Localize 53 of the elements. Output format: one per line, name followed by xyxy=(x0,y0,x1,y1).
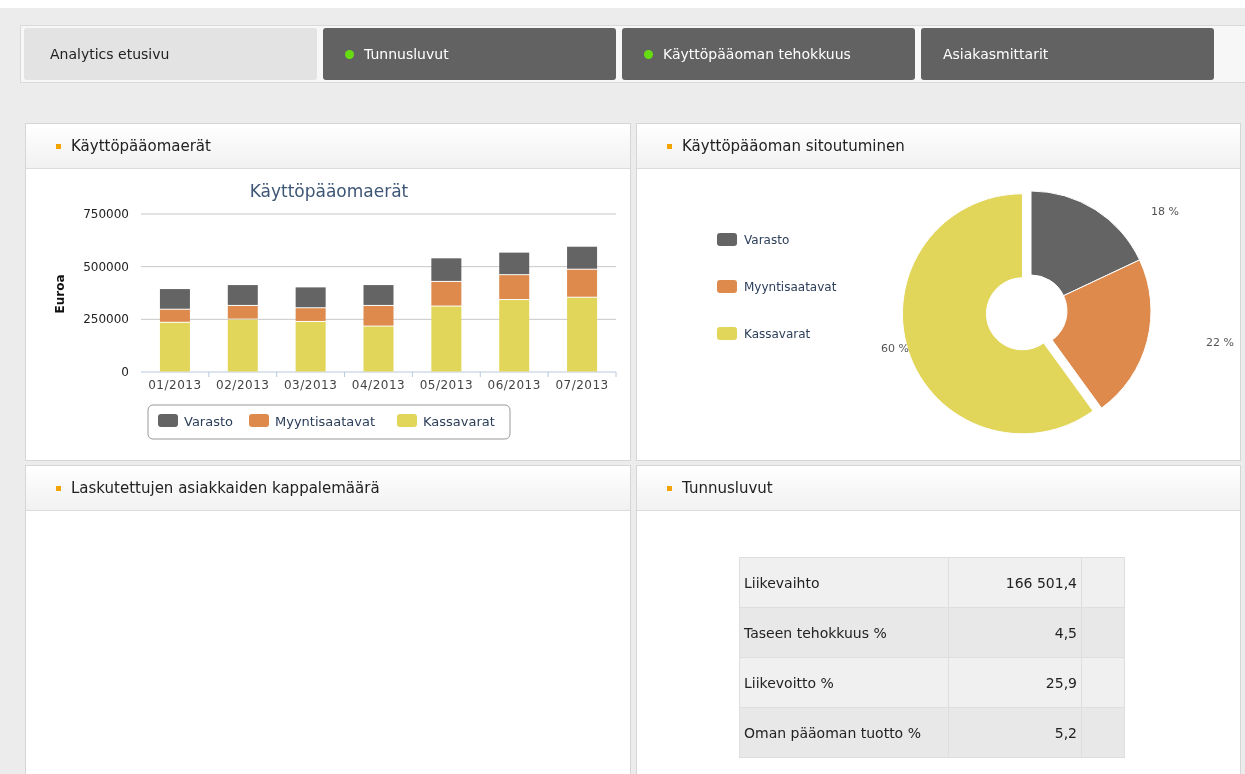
tick-label: 05/2013 xyxy=(419,378,474,392)
tick-label: 06/2013 xyxy=(487,378,541,392)
legend-swatch xyxy=(158,414,178,427)
legend-swatch xyxy=(717,233,737,246)
legend-label: Varasto xyxy=(184,414,233,429)
legend-label: Myyntisaatavat xyxy=(275,414,376,429)
panel-title: Käyttöpääomaerät xyxy=(71,137,211,155)
table-cell: Taseen tehokkuus % xyxy=(739,607,949,658)
table-cell: 25,9 xyxy=(948,657,1082,708)
panel-title: Laskutettujen asiakkaiden kappalemäärä xyxy=(71,479,380,497)
axis-title: Euroa xyxy=(53,274,67,314)
legend-label: Varasto xyxy=(744,233,790,247)
tick-label: 250000 xyxy=(83,312,129,327)
tab[interactable]: Käyttöpääoman tehokkuus xyxy=(622,28,915,80)
tick-label: 0 xyxy=(121,365,129,379)
bullet-icon xyxy=(56,485,61,491)
legend-label: Kassavarat xyxy=(744,327,811,341)
table-cell: Liikevoitto % xyxy=(739,657,949,708)
panel-title: Käyttöpääoman sitoutuminen xyxy=(682,137,905,155)
legend-swatch xyxy=(249,414,269,427)
tab[interactable]: Analytics etusivu xyxy=(24,28,317,80)
tab[interactable]: Asiakasmittarit xyxy=(921,28,1214,80)
tick-label: 750000 xyxy=(83,207,129,221)
data-label: 18 % xyxy=(1151,205,1179,218)
tick-label: 02/2013 xyxy=(216,378,270,392)
table-cell: Oman pääoman tuotto % xyxy=(739,707,949,758)
tick-label: 07/2013 xyxy=(555,378,609,392)
legend-swatch xyxy=(397,414,417,427)
legend-label: Myyntisaatavat xyxy=(744,280,837,294)
bar xyxy=(567,246,598,269)
table-cell: 5,2 xyxy=(948,707,1082,758)
table-cell: 4,5 xyxy=(948,607,1082,658)
bullet-icon xyxy=(56,143,61,149)
chart-title: Käyttöpääomaerät xyxy=(249,181,409,201)
table-cell: 166 501,4 xyxy=(948,557,1082,608)
bar xyxy=(499,252,530,275)
tick-label: 01/2013 xyxy=(148,378,202,392)
data-label: 60 % xyxy=(881,342,909,355)
legend-swatch xyxy=(717,327,737,340)
tick-label: 03/2013 xyxy=(283,378,338,392)
tick-label: 500000 xyxy=(83,259,129,274)
tab[interactable]: Tunnusluvut xyxy=(323,28,616,80)
legend-label: Kassavarat xyxy=(423,414,495,429)
table-cell: Liikevaihto xyxy=(739,557,949,608)
bar xyxy=(227,285,258,305)
bullet-icon xyxy=(667,143,672,149)
panel-title: Tunnusluvut xyxy=(682,479,773,497)
legend-swatch xyxy=(717,280,737,293)
data-label: 22 % xyxy=(1206,336,1234,349)
bar xyxy=(363,285,394,305)
bullet-icon xyxy=(667,485,672,491)
bar xyxy=(431,258,462,281)
tick-label: 04/2013 xyxy=(351,378,406,392)
